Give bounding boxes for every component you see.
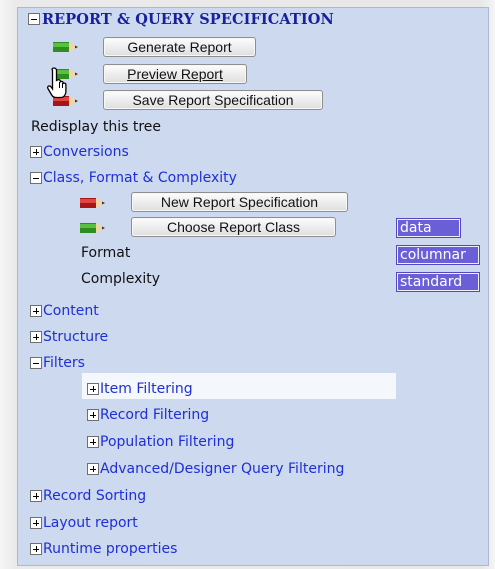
tree-node-layout-report[interactable]: Layout report [30,514,138,532]
plus-box-icon[interactable] [30,305,42,317]
generate-report-button[interactable]: Generate Report [103,37,256,57]
plus-box-icon[interactable] [30,490,42,502]
redisplay-tree-link[interactable]: Redisplay this tree [31,118,161,136]
minus-box-icon[interactable] [30,172,42,184]
tree-node-record-sorting[interactable]: Record Sorting [30,487,146,505]
tree-node-label[interactable]: Filters [43,354,85,372]
complexity-label: Complexity [81,271,161,287]
minus-box-icon[interactable] [30,357,42,369]
green-pencil-icon [53,42,78,52]
tree-node-conversions[interactable]: Conversions [30,143,129,161]
save-report-specification-button[interactable]: Save Report Specification [103,90,323,110]
tree-node-label[interactable]: Structure [43,328,108,346]
plus-box-icon[interactable] [87,383,99,395]
tree-node-population-filtering[interactable]: Population Filtering [87,433,234,451]
report-class-value[interactable]: data [396,218,461,238]
tree-node-runtime-properties[interactable]: Runtime properties [30,540,177,558]
tree-node-label[interactable]: Content [43,302,99,320]
tree-node-label[interactable]: Class, Format & Complexity [43,169,237,187]
tree-node-content[interactable]: Content [30,302,99,320]
tree-node-label[interactable]: Layout report [43,514,138,532]
plus-box-icon[interactable] [87,409,99,421]
tree-node-class-format-complexity[interactable]: Class, Format & Complexity [30,169,237,187]
hand-pointer-icon [46,67,67,99]
red-pencil-icon [80,198,105,208]
tree-node-label[interactable]: Runtime properties [43,540,177,558]
plus-box-icon[interactable] [30,331,42,343]
tree-node-structure[interactable]: Structure [30,328,108,346]
plus-box-icon[interactable] [30,146,42,158]
tree-node-record-filtering[interactable]: Record Filtering [87,406,209,424]
preview-report-button[interactable]: Preview Report [103,64,247,84]
green-pencil-icon [80,223,105,233]
format-value[interactable]: columnar [396,245,480,265]
choose-report-class-button[interactable]: Choose Report Class [131,217,336,237]
tree-node-advanced-designer-query-filtering[interactable]: Advanced/Designer Query Filtering [87,460,344,478]
tree-node-item-filtering[interactable]: Item Filtering [87,380,193,398]
tree-root-label: REPORT & QUERY SPECIFICATION [42,10,334,28]
format-label: Format [81,245,131,261]
tree-node-label[interactable]: Record Filtering [100,406,209,424]
tree-node-label[interactable]: Population Filtering [100,433,234,451]
complexity-value[interactable]: standard [396,272,480,292]
plus-box-icon[interactable] [30,517,42,529]
tree-node-filters[interactable]: Filters [30,354,85,372]
minus-box-icon[interactable] [28,13,40,25]
tree-node-label[interactable]: Item Filtering [100,380,193,398]
tree-node-label[interactable]: Advanced/Designer Query Filtering [100,460,344,478]
tree-node-label[interactable]: Record Sorting [43,487,146,505]
tree-node-label[interactable]: Conversions [43,143,129,161]
tree-root[interactable]: REPORT & QUERY SPECIFICATION [28,10,334,28]
new-report-specification-button[interactable]: New Report Specification [131,192,348,212]
plus-box-icon[interactable] [87,436,99,448]
plus-box-icon[interactable] [87,463,99,475]
plus-box-icon[interactable] [30,543,42,555]
